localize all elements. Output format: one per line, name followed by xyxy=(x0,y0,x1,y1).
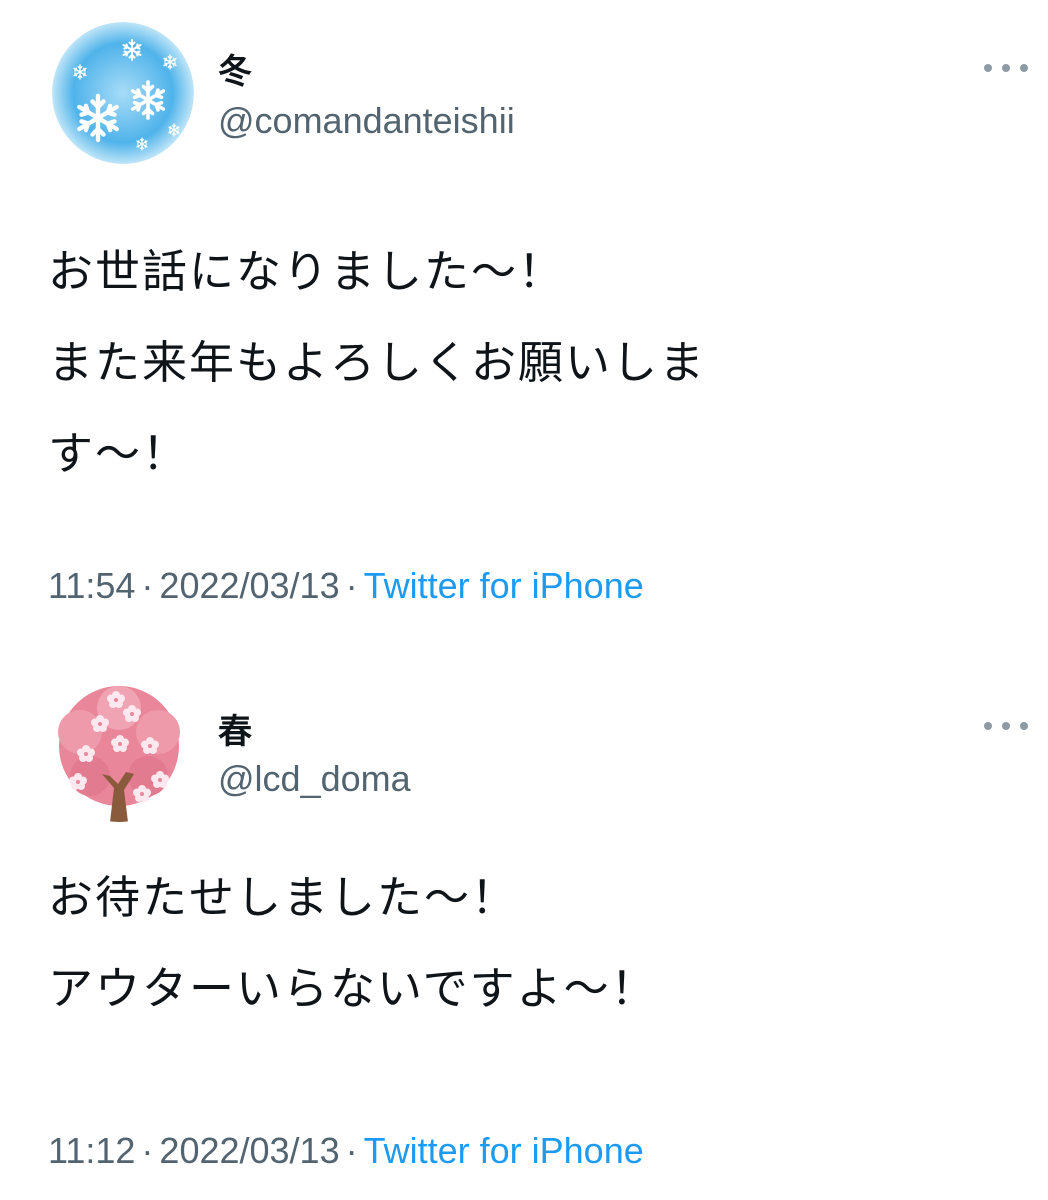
tweet-meta: 11:54 · 2022/03/13 · Twitter for iPhone xyxy=(48,565,644,607)
dot xyxy=(1002,64,1010,72)
snowflake-icon xyxy=(52,22,194,164)
separator: · xyxy=(345,1130,358,1171)
tweet-text-line: お待たせしました～！ xyxy=(48,871,519,924)
tweet[interactable]: 冬 @comandanteishii お世話になりました～！ また来年もよろしく… xyxy=(0,0,1048,640)
tweet-date[interactable]: 2022/03/13 xyxy=(159,1130,339,1171)
dot xyxy=(1020,64,1028,72)
tweet-time[interactable]: 11:54 xyxy=(48,565,135,606)
snowflake-avatar[interactable] xyxy=(52,22,194,164)
dot xyxy=(984,722,992,730)
separator: · xyxy=(141,565,154,606)
separator: · xyxy=(141,1130,154,1171)
dot xyxy=(1020,722,1028,730)
tweet-text-line: お世話になりました～！ xyxy=(48,245,566,298)
dot xyxy=(984,64,992,72)
display-name[interactable]: 春 xyxy=(218,704,252,753)
separator: · xyxy=(345,565,358,606)
dot xyxy=(1002,722,1010,730)
tweet-text-line: また来年もよろしくお願いしま xyxy=(48,336,707,389)
tweet-meta: 11:12 · 2022/03/13 · Twitter for iPhone xyxy=(48,1130,644,1172)
user-handle[interactable]: @lcd_doma xyxy=(218,758,411,800)
user-handle[interactable]: @comandanteishii xyxy=(218,100,515,142)
tweet-source[interactable]: Twitter for iPhone xyxy=(364,565,644,606)
tweet-time[interactable]: 11:12 xyxy=(48,1130,135,1171)
tweet-text-line: す～！ xyxy=(48,427,190,480)
tweet-text: お世話になりました～！ また来年もよろしくお願いしま す～！ xyxy=(48,226,1008,499)
cherry-blossom-avatar[interactable] xyxy=(50,684,188,822)
more-options-icon[interactable] xyxy=(984,720,1028,732)
tweet-date[interactable]: 2022/03/13 xyxy=(159,565,339,606)
more-options-icon[interactable] xyxy=(984,62,1028,74)
cherry-tree-icon xyxy=(50,684,188,822)
tweet-source[interactable]: Twitter for iPhone xyxy=(364,1130,644,1171)
display-name[interactable]: 冬 xyxy=(218,44,252,93)
tweet-text: お待たせしました～！ アウターいらないですよ～！ xyxy=(48,852,1008,1034)
tweet-text-line: アウターいらないですよ～！ xyxy=(48,962,658,1015)
tweet[interactable]: 春 @lcd_doma お待たせしました～！ アウターいらないですよ～！ 11:… xyxy=(0,664,1048,1200)
